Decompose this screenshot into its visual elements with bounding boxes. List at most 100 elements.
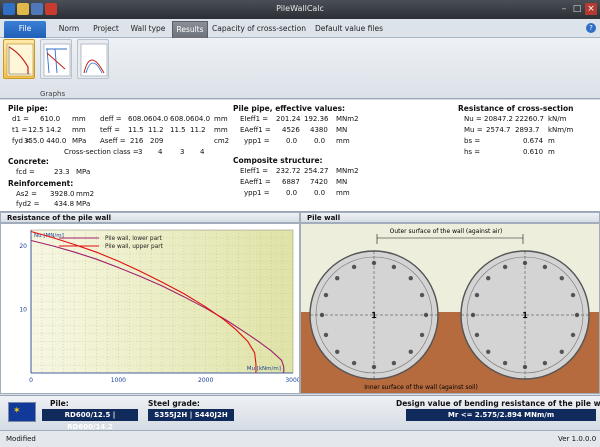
unit: m [548, 137, 555, 145]
value: 0.0 [286, 189, 298, 197]
symbol: fcd = [16, 168, 35, 176]
unit: mm [72, 115, 86, 123]
rebar-dot [542, 264, 548, 270]
symbol: d1 = [12, 115, 29, 123]
value: 434.8 [54, 200, 75, 208]
rebar-dot [486, 276, 491, 281]
value: 11.2 [190, 126, 206, 134]
eu-flag-icon: ✶ [8, 402, 36, 422]
unit: mm [336, 189, 350, 197]
rebar-dot [419, 292, 425, 298]
help-icon[interactable]: ? [586, 23, 596, 33]
value: 23.3 [54, 168, 70, 176]
symbol: EAeff1 = [240, 126, 271, 134]
symbol: EIeff1 = [240, 115, 269, 123]
class-value: 3 [180, 148, 185, 156]
x-tick-label: 2000 [198, 377, 213, 384]
legend-label: Pile wall, lower part [105, 236, 163, 242]
symbol: deff = [100, 115, 122, 123]
tab-capacity[interactable]: Capacity of cross-section [212, 21, 306, 38]
value: 0.0 [314, 137, 326, 145]
pile-right: 1 [460, 250, 590, 380]
rebar-dot [335, 276, 340, 281]
ribbon-tabs: File Norm Project Wall type Results Capa… [0, 19, 600, 38]
value: 201.24 [276, 115, 301, 123]
symbol: bs = [464, 137, 481, 145]
tab-file[interactable]: File [4, 21, 46, 38]
unit: MPa [76, 200, 91, 208]
legend-label: Pile wall, upper part [105, 244, 164, 250]
unit: MNm2 [336, 115, 359, 123]
minimize-icon[interactable]: – [558, 3, 570, 15]
pile-label: Pile: [50, 399, 69, 408]
outer-surface-label: Outer surface of the wall (against air) [390, 228, 503, 235]
maximize-icon[interactable]: □ [571, 3, 583, 15]
effective-values-heading: Pile pipe, effective values: [233, 104, 346, 113]
unit: mm2 [76, 190, 95, 198]
rebar-dot [323, 292, 329, 298]
unit: mm [336, 137, 350, 145]
steel-grade-label: Steel grade: [148, 399, 200, 408]
design-value-label: Design value of bending resistance of th… [396, 399, 600, 408]
symbol: EAeff1 = [240, 178, 271, 186]
unit: kN/m [548, 115, 567, 123]
window-title: PileWallCalc [276, 4, 324, 13]
y-tick-label: 20 [19, 243, 27, 250]
pile-pipe-heading: Pile pipe: [8, 104, 48, 113]
rebar-dot [542, 360, 548, 366]
rebar-dot [502, 264, 508, 270]
results-summary: Pile pipe: d1 = 610.0 mm deff = 608.0 60… [0, 100, 600, 212]
bending-capacity-graph-button[interactable] [3, 39, 35, 79]
unit: MN [336, 126, 348, 134]
tab-norm[interactable]: Norm [54, 21, 84, 38]
class-value: 3 [138, 148, 143, 156]
rebar-dot [351, 360, 357, 366]
tab-project[interactable]: Project [88, 21, 124, 38]
unit: mm [214, 115, 228, 123]
x-tick-label: 3000 [285, 377, 299, 384]
resistance-chart[interactable]: 0 1000 2000 30001020Nu [MN/m]Mu [kNm/m] Pil… [1, 224, 301, 393]
tab-default-value-files[interactable]: Default value files [310, 21, 388, 38]
class-value: 4 [200, 148, 205, 156]
value: 216 [130, 137, 144, 145]
steel-grade-value: S355J2H | S440J2H [148, 409, 234, 421]
value: 192.36 [304, 115, 329, 123]
symbol: hs = [464, 148, 481, 156]
value: 3928.0 [50, 190, 75, 198]
unit: MNm2 [336, 167, 359, 175]
concrete-heading: Concrete: [8, 157, 49, 166]
unit: MN [336, 178, 348, 186]
rebar-dot [391, 360, 397, 366]
stress-graph-button[interactable] [40, 39, 72, 79]
pile-number: 1 [522, 311, 528, 320]
value: 20847.2 [484, 115, 513, 123]
rebar-dot [570, 332, 576, 338]
unit: mm [72, 126, 86, 134]
rebar-dot [559, 349, 564, 354]
rebar-dot [351, 264, 357, 270]
value: 2893.7 [515, 126, 540, 134]
rebar-dot [486, 349, 491, 354]
unit: cm2 [214, 137, 230, 145]
tab-wall-type[interactable]: Wall type [128, 21, 168, 38]
graph-icon [80, 43, 108, 77]
class-value: 4 [158, 148, 163, 156]
rebar-dot [559, 276, 564, 281]
pile-number: 1 [371, 311, 377, 320]
summary-bar: ✶ Pile: RD600/12.5 | RD600/14.2 Steel gr… [0, 395, 600, 431]
title-bar: PileWallCalc – □ × [0, 0, 600, 19]
unit: kNm/m [548, 126, 574, 134]
close-icon[interactable]: × [585, 3, 597, 15]
pile-left: 1 [309, 250, 439, 380]
value: 254.27 [304, 167, 329, 175]
value: 0.674 [523, 137, 544, 145]
interaction-graph-button[interactable] [77, 39, 109, 79]
value: 4526 [282, 126, 300, 134]
tab-results[interactable]: Results [172, 21, 208, 38]
chart-section-header: Resistance of the pile wall [0, 212, 300, 223]
value: 610.0 [40, 115, 61, 123]
symbol: t1 = [12, 126, 28, 134]
value: 7420 [310, 178, 328, 186]
unit: m [548, 148, 555, 156]
unit: mm [214, 126, 228, 134]
